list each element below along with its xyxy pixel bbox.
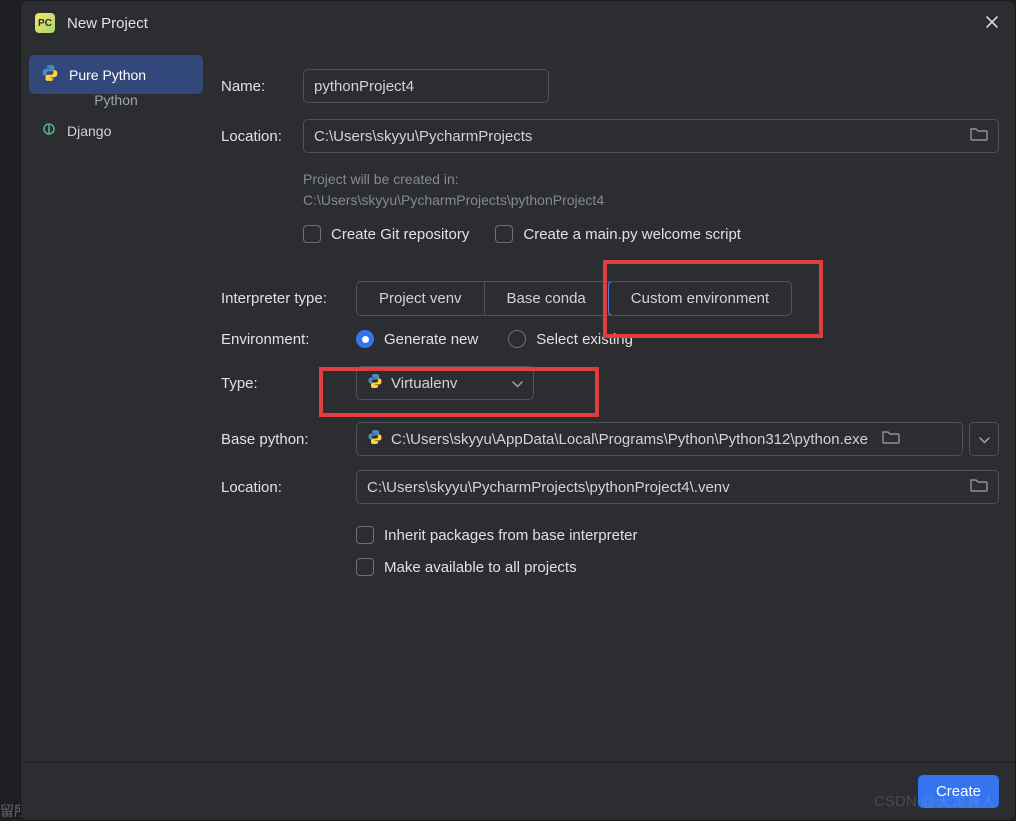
sidebar-item-label: Pure Python [69, 67, 146, 83]
base-python-dropdown[interactable]: C:\Users\skyyu\AppData\Local\Programs\Py… [356, 422, 963, 456]
django-icon [41, 121, 57, 140]
virtualenv-icon [367, 373, 383, 393]
venv-location-input[interactable]: C:\Users\skyyu\PycharmProjects\pythonPro… [356, 470, 999, 504]
radio-icon [356, 330, 374, 348]
pycharm-app-icon: PC [35, 13, 55, 33]
interpreter-type-label: Interpreter type: [221, 290, 356, 307]
sidebar-item-django[interactable]: Django [29, 112, 203, 149]
folder-icon[interactable] [970, 477, 988, 497]
chevron-down-icon [512, 375, 523, 392]
sidebar-item-label: Django [67, 123, 111, 139]
create-mainpy-checkbox[interactable]: Create a main.py welcome script [495, 225, 741, 243]
type-label: Type: [221, 375, 356, 392]
checkbox-icon [303, 225, 321, 243]
python-icon [367, 429, 383, 449]
available-all-projects-checkbox[interactable]: Make available to all projects [356, 558, 999, 576]
window-title: New Project [67, 15, 148, 32]
checkbox-icon [495, 225, 513, 243]
env-type-dropdown[interactable]: Virtualenv [356, 366, 534, 400]
dialog-footer: Create [21, 762, 1015, 820]
location-label: Location: [221, 128, 303, 145]
new-project-dialog: PC New Project Pure Python Python Django [20, 0, 1016, 821]
base-python-label: Base python: [221, 431, 356, 448]
base-python-more-dropdown[interactable] [969, 422, 999, 456]
title-bar: PC New Project [21, 1, 1015, 45]
chevron-down-icon [979, 431, 990, 448]
create-button[interactable]: Create [918, 775, 999, 808]
close-icon[interactable] [983, 13, 1001, 34]
create-git-checkbox[interactable]: Create Git repository [303, 225, 469, 243]
checkbox-icon [356, 558, 374, 576]
project-settings-panel: Name: pythonProject4 Location: C:\Users\… [211, 45, 1015, 762]
project-type-sidebar: Pure Python Python Django [21, 45, 211, 762]
python-icon [41, 64, 59, 85]
checkbox-icon [356, 526, 374, 544]
radio-icon [508, 330, 526, 348]
seg-project-venv[interactable]: Project venv [357, 282, 485, 315]
environment-label: Environment: [221, 331, 356, 348]
interpreter-type-segmented: Project venv Base conda Custom environme… [356, 281, 792, 316]
venv-location-label: Location: [221, 479, 356, 496]
seg-custom-environment[interactable]: Custom environment [608, 281, 792, 316]
radio-generate-new[interactable]: Generate new [356, 330, 478, 348]
sidebar-subtitle: Python [29, 92, 203, 108]
folder-icon[interactable] [970, 126, 988, 146]
venv-location-value: C:\Users\skyyu\PycharmProjects\pythonPro… [367, 479, 730, 496]
name-input[interactable]: pythonProject4 [303, 69, 549, 103]
radio-select-existing[interactable]: Select existing [508, 330, 633, 348]
location-input[interactable]: C:\Users\skyyu\PycharmProjects [303, 119, 999, 153]
creation-path-hint: Project will be created in: C:\Users\sky… [303, 169, 999, 211]
name-label: Name: [221, 78, 303, 95]
inherit-packages-checkbox[interactable]: Inherit packages from base interpreter [356, 526, 999, 544]
folder-icon[interactable] [882, 429, 900, 449]
seg-base-conda[interactable]: Base conda [485, 282, 609, 315]
sidebar-item-pure-python[interactable]: Pure Python [29, 55, 203, 94]
location-value: C:\Users\skyyu\PycharmProjects [314, 128, 532, 145]
